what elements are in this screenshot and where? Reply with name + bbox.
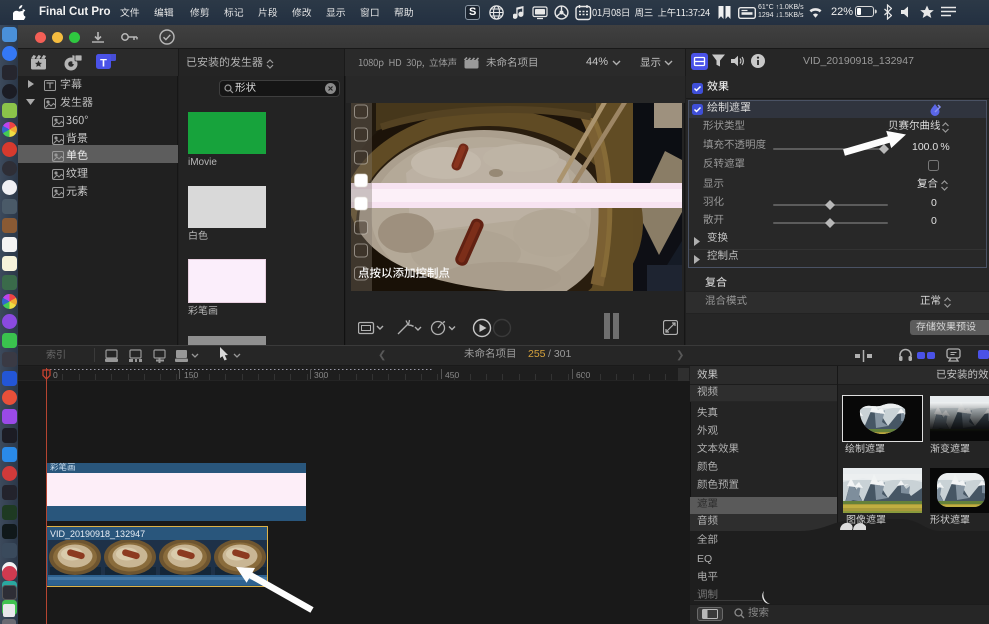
svg-text:T: T [100, 58, 107, 70]
